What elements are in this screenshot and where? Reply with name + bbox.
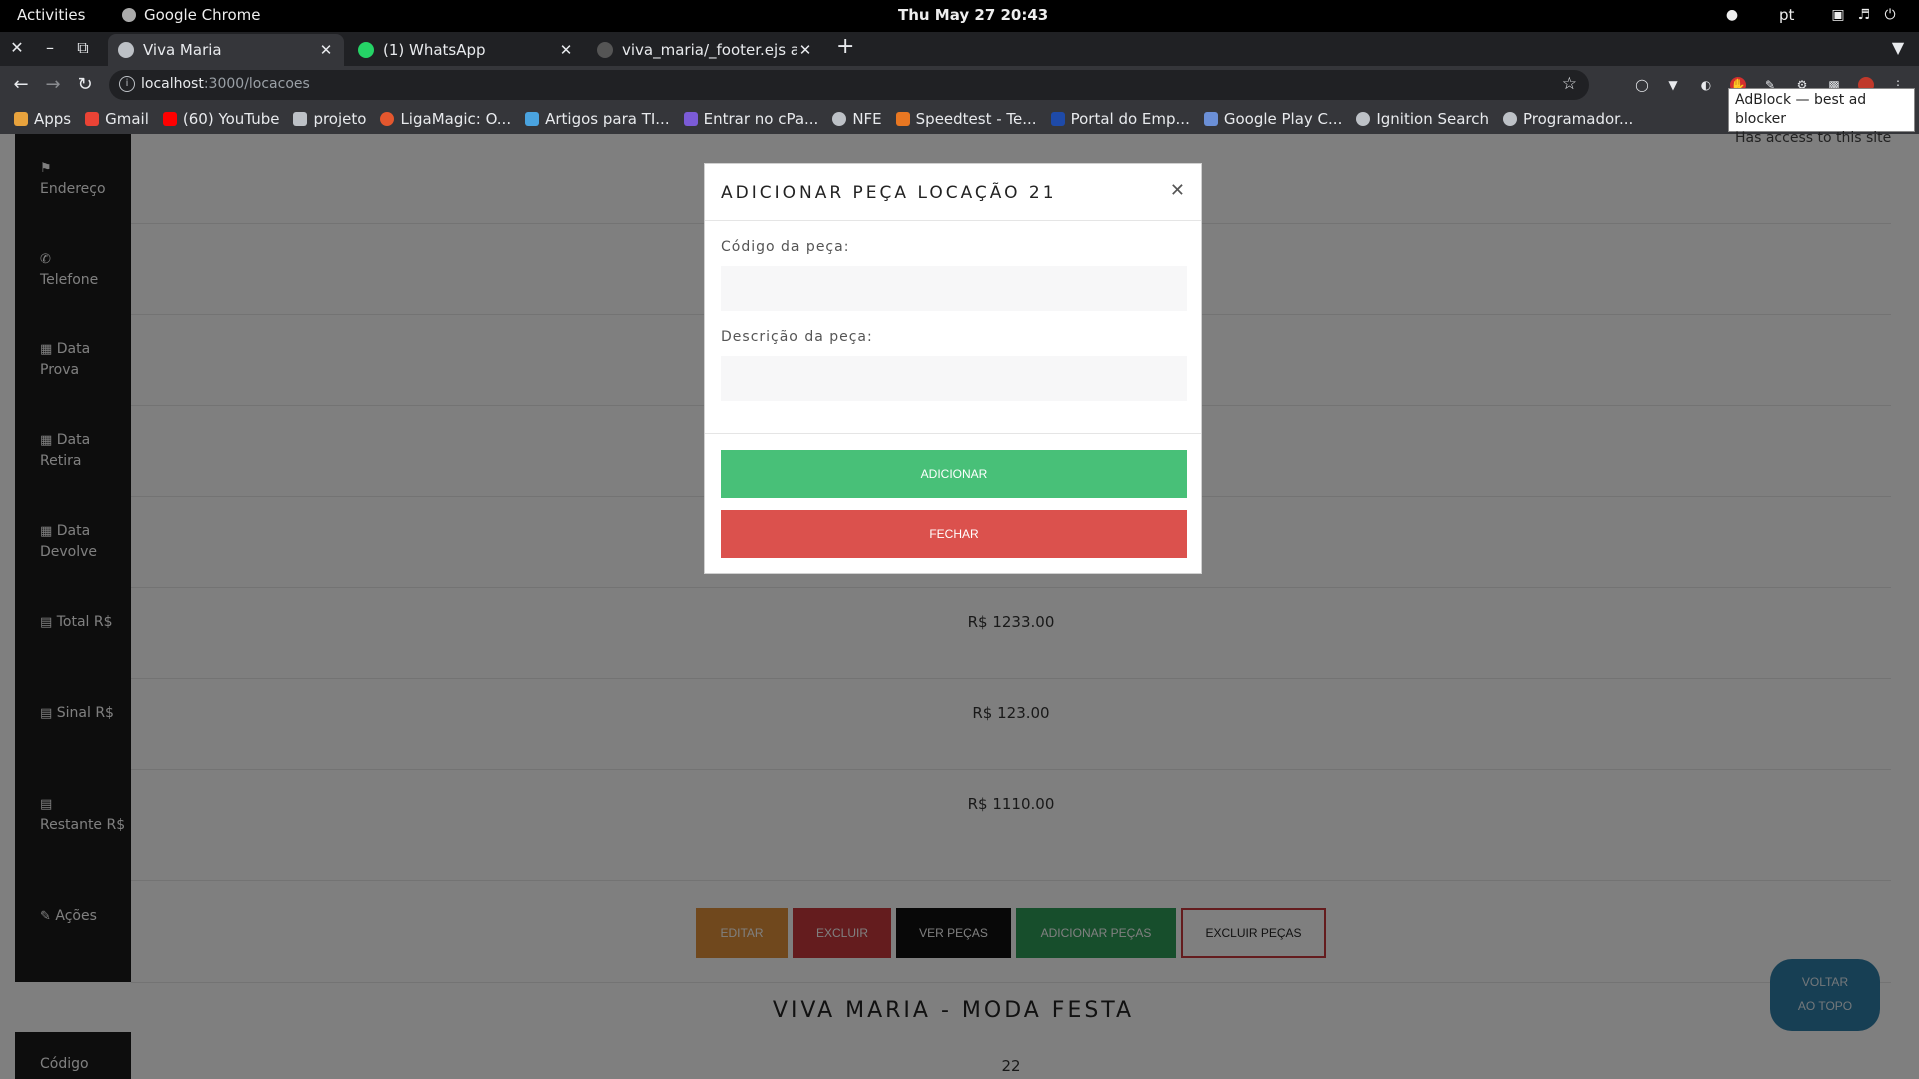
tab-label: viva_maria/_footer.ejs at c (622, 41, 797, 59)
folder-icon (293, 112, 308, 126)
vue-devtools-icon[interactable]: ▼ (1665, 77, 1681, 93)
bookmark-ignition[interactable]: Ignition Search (1356, 110, 1489, 128)
github-icon (597, 42, 613, 58)
input-language[interactable]: pt (1779, 6, 1794, 24)
bookmark-label: Portal do Emp... (1070, 110, 1190, 128)
globe-icon (118, 42, 134, 58)
browser-toolbar: ← → ↻ i localhost:3000/locacoes ☆ ◯ ▼ ◐ … (0, 66, 1919, 104)
bookmark-apps[interactable]: Apps (14, 110, 71, 128)
clock[interactable]: Thu May 27 20:43 (898, 6, 1048, 24)
tab-label: (1) WhatsApp (383, 41, 486, 59)
codigo-peca-label: Código da peça: (721, 239, 850, 255)
whatsapp-icon (358, 42, 374, 58)
ligamagic-icon (380, 112, 395, 126)
bookmark-label: Programador... (1523, 110, 1634, 128)
bookmark-ligamagic[interactable]: LigaMagic: O... (380, 110, 511, 128)
globe-icon (1356, 112, 1371, 126)
globe-icon (1503, 112, 1517, 126)
bookmark-gmail[interactable]: Gmail (85, 110, 149, 128)
new-tab-icon[interactable]: + (836, 34, 854, 59)
reload-icon[interactable]: ↻ (74, 74, 96, 96)
address-bar[interactable]: i localhost:3000/locacoes ☆ (109, 70, 1589, 100)
volume-icon[interactable]: ♬ (1856, 7, 1872, 23)
bookmark-label: projeto (313, 110, 367, 128)
bookmarks-bar: Apps Gmail (60) YouTube projeto LigaMagi… (0, 104, 1919, 134)
bookmark-portal[interactable]: Portal do Emp... (1050, 110, 1190, 128)
power-icon[interactable]: ⏻ (1882, 7, 1898, 23)
bookmark-label: Apps (34, 110, 72, 128)
back-icon[interactable]: ← (10, 74, 32, 96)
tab-github[interactable]: viva_maria/_footer.ejs at c ✕ (587, 34, 823, 66)
network-icon[interactable]: ▣ (1830, 7, 1846, 23)
modal-header: ADICIONAR PEÇA LOCAÇÃO 21 ✕ (705, 164, 1201, 221)
artigos-icon (525, 112, 540, 126)
close-window-icon[interactable]: ✕ (7, 38, 27, 58)
tab-close-icon[interactable]: ✕ (558, 41, 574, 59)
globe-icon (832, 112, 847, 126)
url-text[interactable]: localhost:3000/locacoes (141, 76, 310, 92)
bookmark-star-icon[interactable]: ☆ (1562, 74, 1577, 94)
bookmark-artigos[interactable]: Artigos para TI... (525, 110, 670, 128)
activities-button[interactable]: Activities (17, 6, 85, 24)
bookmark-label: LigaMagic: O... (400, 110, 512, 128)
screenshot-icon[interactable]: ● (1724, 7, 1740, 23)
bookmark-programador[interactable]: Programador... (1503, 110, 1633, 128)
apps-grid-icon (14, 112, 28, 126)
tab-label: Viva Maria (143, 41, 222, 59)
tab-strip: ✕ – ⧉ Viva Maria ✕ (1) WhatsApp ✕ viva_m… (0, 32, 1919, 66)
adicionar-button[interactable]: ADICIONAR (721, 450, 1187, 498)
site-info-icon[interactable]: i (119, 76, 135, 92)
descricao-peca-label: Descrição da peça: (721, 329, 873, 345)
restore-window-icon[interactable]: ⧉ (73, 38, 93, 58)
chrome-icon (122, 8, 136, 22)
modal-title: ADICIONAR PEÇA LOCAÇÃO 21 (721, 183, 1057, 203)
bookmark-projeto[interactable]: projeto (293, 110, 366, 128)
tab-close-icon[interactable]: ✕ (318, 41, 334, 59)
bookmark-label: Artigos para TI... (545, 110, 670, 128)
bookmark-label: Speedtest - Te... (915, 110, 1037, 128)
bookmark-speedtest[interactable]: Speedtest - Te... (895, 110, 1037, 128)
app-menu[interactable]: Google Chrome (122, 6, 261, 24)
close-icon[interactable]: ✕ (1170, 180, 1185, 201)
bookmark-cpanel[interactable]: Entrar no cPa... (683, 110, 819, 128)
gmail-icon (85, 112, 100, 126)
adblock-tooltip: AdBlock — best ad blocker Has access to … (1728, 88, 1915, 146)
modal-divider (705, 433, 1201, 434)
tooltip-line: Has access to this site (1735, 130, 1892, 146)
add-part-modal: ADICIONAR PEÇA LOCAÇÃO 21 ✕ Código da pe… (704, 163, 1202, 574)
tab-search-icon[interactable]: ▼ (1888, 38, 1908, 58)
bookmark-google-play[interactable]: Google Play C... (1203, 110, 1343, 128)
tab-whatsapp[interactable]: (1) WhatsApp ✕ (348, 34, 584, 66)
bookmark-nfe[interactable]: NFE (832, 110, 882, 128)
codigo-peca-input[interactable] (721, 266, 1187, 311)
bookmark-label: Gmail (105, 110, 149, 128)
forward-icon[interactable]: → (42, 74, 64, 96)
bookmark-label: Entrar no cPa... (703, 110, 819, 128)
youtube-icon (162, 112, 177, 126)
bookmark-label: NFE (852, 110, 882, 128)
tooltip-line: AdBlock — best ad blocker (1735, 92, 1867, 127)
cpanel-icon (683, 112, 698, 126)
bookmark-label: Ignition Search (1376, 110, 1489, 128)
minimize-window-icon[interactable]: – (40, 38, 60, 58)
bookmark-youtube[interactable]: (60) YouTube (162, 110, 280, 128)
fechar-button[interactable]: FECHAR (721, 510, 1187, 558)
bookmark-label: Google Play C... (1223, 110, 1343, 128)
pocket-icon[interactable]: ◯ (1634, 77, 1650, 93)
portal-icon (1050, 112, 1065, 126)
url-path: :3000/locacoes (203, 76, 310, 92)
google-play-icon (1203, 112, 1218, 126)
tab-viva-maria[interactable]: Viva Maria ✕ (108, 34, 344, 66)
dark-mode-icon[interactable]: ◐ (1698, 77, 1714, 93)
speedtest-icon (895, 112, 910, 126)
descricao-peca-input[interactable] (721, 356, 1187, 401)
url-host: localhost (141, 76, 204, 92)
gnome-top-bar: Activities Google Chrome Thu May 27 20:4… (0, 0, 1919, 32)
tab-close-icon[interactable]: ✕ (797, 41, 813, 59)
app-name: Google Chrome (144, 6, 261, 24)
bookmark-label: (60) YouTube (182, 110, 280, 128)
